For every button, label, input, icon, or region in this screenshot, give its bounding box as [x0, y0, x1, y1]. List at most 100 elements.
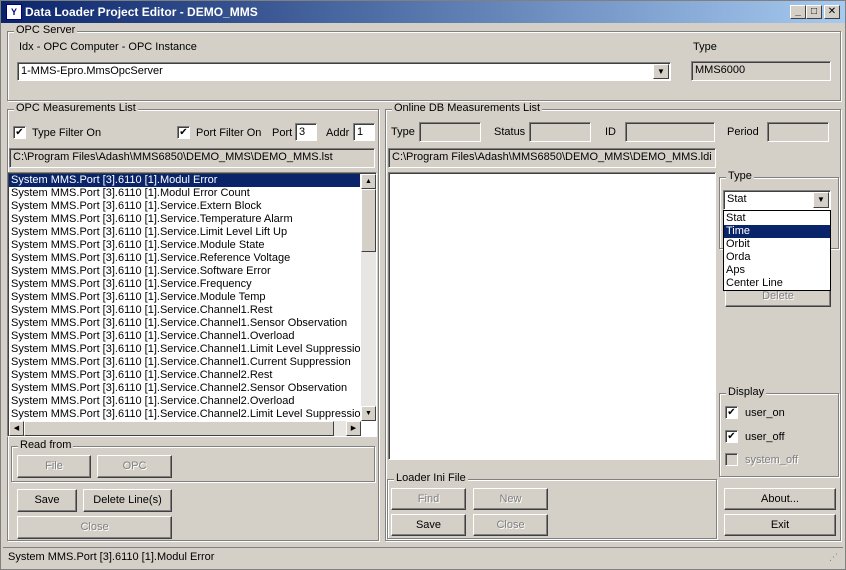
window-title: Data Loader Project Editor - DEMO_MMS — [25, 5, 258, 19]
type-filter-label: Type Filter On — [32, 127, 102, 139]
list-item[interactable]: System MMS.Port [3].6110 [1].Service.Cha… — [9, 330, 360, 343]
list-item[interactable]: System MMS.Port [3].6110 [1].Service.Cha… — [9, 304, 360, 317]
list-item[interactable]: System MMS.Port [3].6110 [1].Service.Sof… — [9, 265, 360, 278]
display-group-title: Display — [726, 386, 767, 398]
system-off-checkbox[interactable] — [725, 453, 738, 466]
new-button[interactable]: New — [473, 488, 548, 510]
minimize-button[interactable]: _ — [790, 5, 806, 19]
opc-server-value: 1-MMS-Epro.MmsOpcServer — [21, 65, 163, 77]
online-db-list[interactable] — [388, 172, 716, 460]
exit-button[interactable]: Exit — [724, 514, 836, 536]
horizontal-scrollbar[interactable]: ◀ ▶ — [9, 421, 361, 436]
read-from-title: Read from — [18, 439, 74, 451]
type-option[interactable]: Time — [724, 225, 830, 238]
list-item[interactable]: System MMS.Port [3].6110 [1].Service.Mod… — [9, 239, 360, 252]
db-type-label: Type — [391, 126, 415, 138]
opc-list-path: C:\Program Files\Adash\MMS6850\DEMO_MMS\… — [13, 151, 333, 163]
status-bar: System MMS.Port [3].6110 [1].Modul Error… — [3, 547, 843, 567]
maximize-button[interactable]: □ — [806, 5, 822, 19]
list-item[interactable]: System MMS.Port [3].6110 [1].Service.Mod… — [9, 291, 360, 304]
list-item[interactable]: System MMS.Port [3].6110 [1].Service.Cha… — [9, 408, 360, 421]
read-file-button[interactable]: File — [17, 455, 91, 478]
opc-server-combo[interactable]: 1-MMS-Epro.MmsOpcServer ▼ — [17, 62, 671, 81]
list-item[interactable]: System MMS.Port [3].6110 [1].Service.Ext… — [9, 200, 360, 213]
opc-measurements-list[interactable]: System MMS.Port [3].6110 [1].Modul Error… — [7, 172, 377, 437]
opc-close-button[interactable]: Close — [17, 516, 172, 539]
type-option[interactable]: Center Line — [724, 277, 830, 290]
scroll-thumb[interactable] — [361, 189, 376, 252]
scroll-up-icon[interactable]: ▲ — [361, 174, 376, 189]
user-off-label: user_off — [745, 431, 785, 443]
db-period-label: Period — [727, 126, 759, 138]
vertical-scrollbar[interactable]: ▲ ▼ — [361, 174, 376, 421]
list-item[interactable]: System MMS.Port [3].6110 [1].Service.Lim… — [9, 226, 360, 239]
list-item[interactable]: System MMS.Port [3].6110 [1].Service.Tem… — [9, 213, 360, 226]
server-type-value: MMS6000 — [695, 64, 746, 76]
type-chevron-down-icon[interactable]: ▼ — [813, 192, 829, 208]
opc-list-rows: System MMS.Port [3].6110 [1].Modul Error… — [9, 174, 360, 422]
loader-ini-title: Loader Ini File — [394, 472, 468, 484]
opc-list-path-field: C:\Program Files\Adash\MMS6850\DEMO_MMS\… — [9, 148, 375, 168]
list-item[interactable]: System MMS.Port [3].6110 [1].Service.Ref… — [9, 252, 360, 265]
db-path: C:\Program Files\Adash\MMS6850\DEMO_MMS\… — [392, 151, 712, 163]
delete-lines-button[interactable]: Delete Line(s) — [83, 489, 172, 512]
close-window-button[interactable]: ✕ — [824, 5, 840, 19]
list-item[interactable]: System MMS.Port [3].6110 [1].Service.Cha… — [9, 395, 360, 408]
app-icon: Y — [6, 4, 22, 20]
port-input[interactable]: 3 — [295, 123, 317, 141]
ini-save-button[interactable]: Save — [391, 514, 466, 536]
ini-close-button[interactable]: Close — [473, 514, 548, 536]
type-dropdown-list[interactable]: Stat Time Orbit Orda Aps Center Line — [723, 210, 831, 291]
system-off-label: system_off — [745, 454, 798, 466]
type-filter-checkbox[interactable]: ✔ — [13, 126, 26, 139]
online-db-group-title: Online DB Measurements List — [392, 102, 543, 114]
about-button[interactable]: About... — [724, 488, 836, 510]
opc-list-group-title: OPC Measurements List — [14, 102, 138, 114]
db-id-label: ID — [605, 126, 616, 138]
list-item[interactable]: System MMS.Port [3].6110 [1].Service.Cha… — [9, 356, 360, 369]
type-option[interactable]: Orda — [724, 251, 830, 264]
port-filter-label: Port Filter On — [196, 127, 262, 139]
scroll-left-icon[interactable]: ◀ — [9, 421, 24, 436]
list-item[interactable]: System MMS.Port [3].6110 [1].Service.Cha… — [9, 343, 360, 356]
db-path-field: C:\Program Files\Adash\MMS6850\DEMO_MMS\… — [388, 148, 716, 168]
db-status-field — [529, 122, 591, 142]
user-off-checkbox[interactable]: ✔ — [725, 430, 738, 443]
opc-save-button[interactable]: Save — [17, 489, 77, 512]
title-bar[interactable]: Y Data Loader Project Editor - DEMO_MMS … — [1, 1, 845, 23]
addr-label: Addr — [326, 127, 350, 139]
resize-grip-icon[interactable]: ⋰ — [829, 552, 838, 563]
addr-input[interactable]: 1 — [353, 123, 375, 141]
type-option[interactable]: Orbit — [724, 238, 830, 251]
list-item[interactable]: System MMS.Port [3].6110 [1].Modul Error — [9, 174, 360, 187]
server-type-field: MMS6000 — [691, 61, 831, 81]
opc-server-group-title: OPC Server — [14, 24, 78, 36]
list-item[interactable]: System MMS.Port [3].6110 [1].Service.Fre… — [9, 278, 360, 291]
app-window: Y Data Loader Project Editor - DEMO_MMS … — [0, 0, 846, 570]
type-combo[interactable]: Stat ▼ — [723, 190, 831, 210]
scroll-down-icon[interactable]: ▼ — [361, 406, 376, 421]
list-item[interactable]: System MMS.Port [3].6110 [1].Service.Cha… — [9, 369, 360, 382]
find-button[interactable]: Find — [391, 488, 466, 510]
type-option[interactable]: Aps — [724, 264, 830, 277]
status-text: System MMS.Port [3].6110 [1].Modul Error — [8, 551, 215, 563]
list-item[interactable]: System MMS.Port [3].6110 [1].Service.Cha… — [9, 382, 360, 395]
idx-label: Idx - OPC Computer - OPC Instance — [19, 41, 197, 53]
port-filter-checkbox[interactable]: ✔ — [177, 126, 190, 139]
scroll-right-icon[interactable]: ▶ — [346, 421, 361, 436]
horizontal-scroll-thumb[interactable] — [24, 421, 334, 436]
port-label: Port — [272, 127, 293, 139]
chevron-down-icon[interactable]: ▼ — [653, 64, 669, 79]
db-type-field — [419, 122, 481, 142]
db-id-field — [625, 122, 715, 142]
db-period-field — [767, 122, 829, 142]
list-item[interactable]: System MMS.Port [3].6110 [1].Service.Cha… — [9, 317, 360, 330]
list-item[interactable]: System MMS.Port [3].6110 [1].Modul Error… — [9, 187, 360, 200]
server-type-label: Type — [693, 41, 717, 53]
type-option[interactable]: Stat — [724, 212, 830, 225]
user-on-label: user_on — [745, 407, 785, 419]
type-group-title: Type — [726, 170, 754, 182]
port-value: 3 — [299, 126, 306, 138]
read-opc-button[interactable]: OPC — [97, 455, 172, 478]
user-on-checkbox[interactable]: ✔ — [725, 406, 738, 419]
